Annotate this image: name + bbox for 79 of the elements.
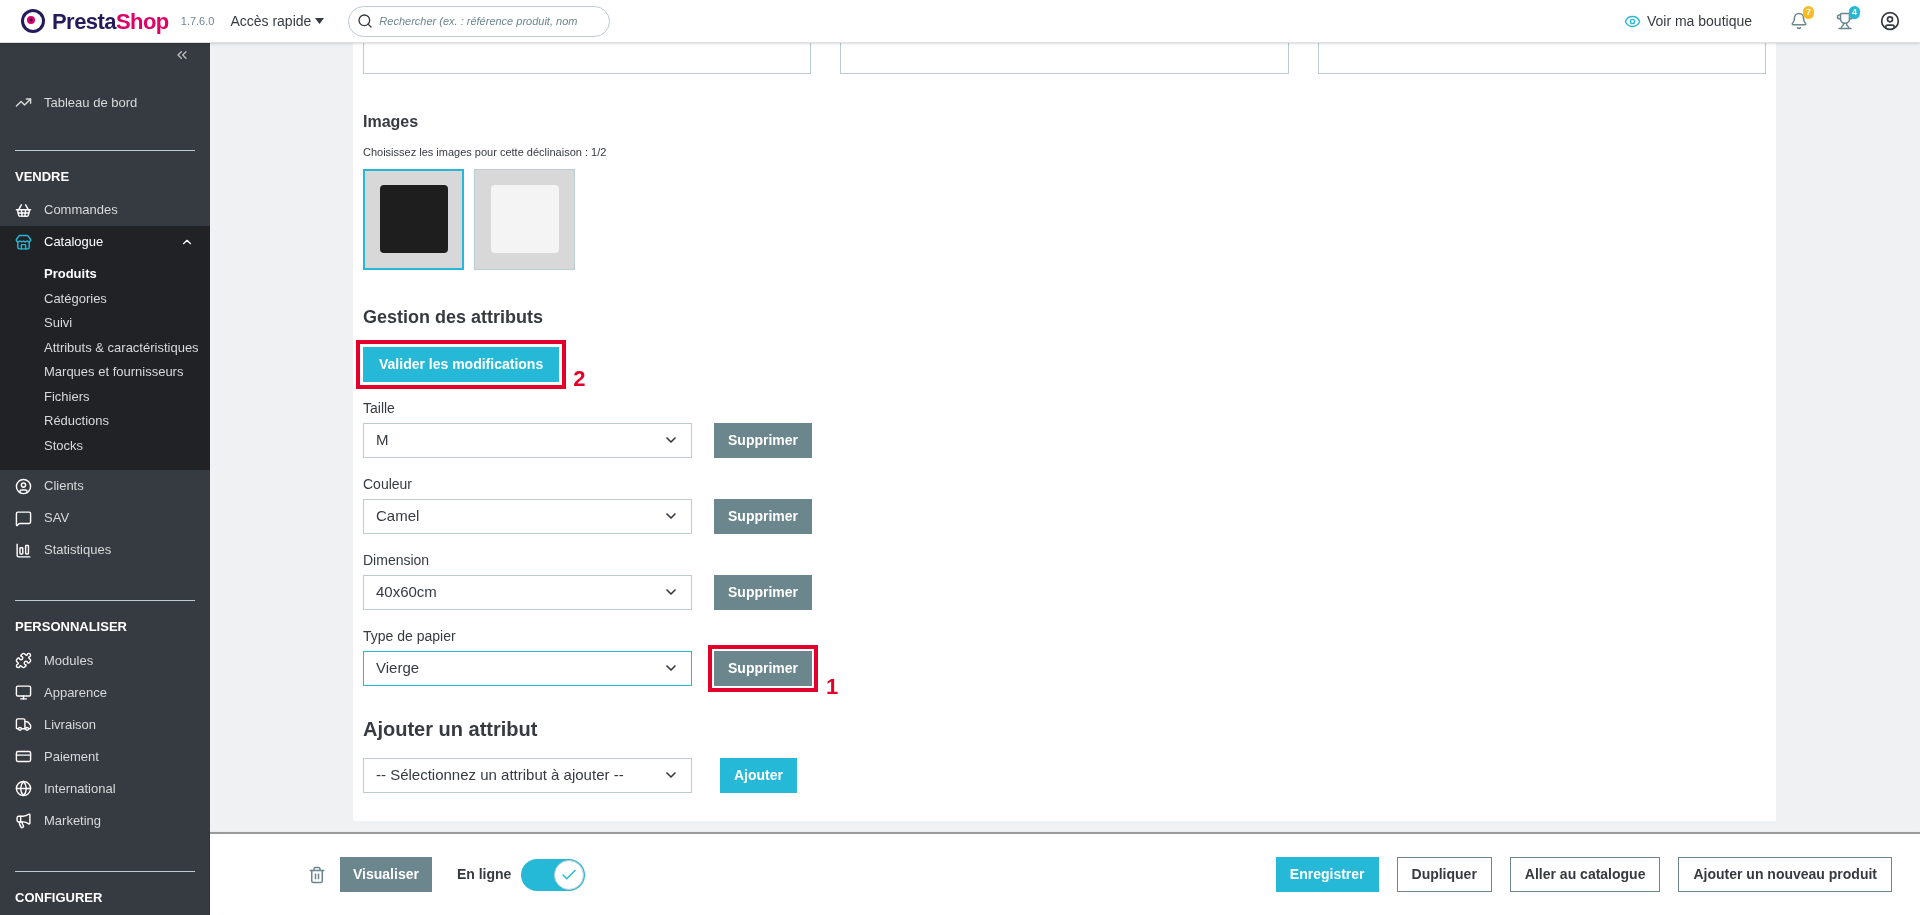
account-button[interactable] — [1880, 11, 1900, 31]
puzzle-icon — [15, 652, 32, 669]
submenu-item[interactable]: Attributs & caractéristiques — [0, 335, 210, 360]
field-label: Couleur — [363, 474, 414, 494]
bell-icon — [1790, 12, 1808, 30]
version-label: 1.7.6.0 — [180, 13, 215, 29]
delete-button[interactable]: Supprimer — [714, 422, 812, 458]
select-field[interactable]: M — [363, 422, 692, 458]
chart-icon — [15, 541, 32, 559]
preview-button[interactable]: Visualiser — [340, 857, 432, 892]
section-title: PERSONNALISER — [14, 618, 128, 636]
sidebar-item[interactable]: Clients — [0, 470, 210, 502]
quick-access-menu[interactable]: Accès rapide — [230, 10, 325, 32]
sidebar-item[interactable]: International — [0, 772, 210, 805]
select-field[interactable]: -- Sélectionnez un attribut à ajouter -- — [363, 757, 692, 793]
online-toggle[interactable] — [521, 858, 586, 891]
store-icon — [15, 233, 32, 251]
input-field[interactable] — [1317, 43, 1766, 74]
search-icon — [357, 12, 374, 29]
megaphone-icon — [15, 812, 32, 829]
sidebar-item[interactable]: Paiement — [0, 740, 210, 773]
section-heading: Gestion des attributs — [363, 305, 545, 329]
basket-icon — [15, 201, 32, 219]
input-field[interactable] — [840, 43, 1289, 74]
count-badge: 4 — [1849, 6, 1860, 19]
user-icon — [1880, 11, 1900, 31]
caret-icon — [315, 18, 325, 24]
submenu-item[interactable]: Catégories — [0, 286, 210, 311]
field-label: Taille — [363, 398, 396, 418]
user-icon — [15, 477, 32, 495]
chat-icon — [15, 509, 32, 527]
monitor-icon — [15, 684, 32, 701]
image-thumbnail[interactable] — [363, 168, 464, 270]
online-label: En ligne — [456, 865, 512, 884]
field-label: Dimension — [363, 550, 431, 570]
section-title: CONFIGURER — [14, 888, 104, 907]
annotation-number: 1 — [826, 675, 839, 698]
select-field[interactable]: Camel — [363, 498, 692, 534]
delete-button[interactable]: Supprimer — [714, 498, 812, 534]
photo-placeholder — [379, 185, 448, 253]
select-field[interactable]: Vierge — [363, 650, 692, 686]
footer-button[interactable]: Dupliquer — [1396, 857, 1492, 892]
sidebar-item[interactable]: Modules — [0, 644, 210, 677]
section-title: VENDRE — [14, 167, 71, 186]
submenu-item[interactable]: Fichiers — [0, 384, 210, 409]
photo-placeholder — [490, 185, 559, 253]
submenu-item[interactable]: Marques et fournisseurs — [0, 360, 210, 385]
section-heading: Ajouter un attribut — [363, 716, 539, 742]
submenu-item[interactable]: Suivi — [0, 311, 210, 336]
logo-wordmark: PrestaShop — [52, 7, 169, 36]
footer-button[interactable]: Aller au catalogue — [1509, 857, 1661, 892]
count-badge: 7 — [1803, 6, 1814, 19]
sidebar-item[interactable]: Livraison — [0, 708, 210, 741]
select-field[interactable]: 40x60cm — [363, 574, 692, 610]
trash-icon[interactable] — [308, 865, 326, 884]
input-field[interactable] — [363, 43, 812, 74]
sidebar-item[interactable]: Commandes — [0, 194, 210, 226]
logo-icon — [20, 8, 46, 34]
truck-icon — [15, 716, 32, 733]
view-shop-link[interactable]: Voir ma boutique — [1623, 10, 1752, 32]
field-label: Type de papier — [363, 626, 457, 646]
sidebar-item[interactable]: Catalogue — [0, 226, 210, 258]
sidebar-item[interactable]: Apparence — [0, 676, 210, 709]
footer-button[interactable]: Ajouter un nouveau produit — [1678, 857, 1892, 892]
submenu-item[interactable]: Stocks — [0, 433, 210, 458]
images-hint: Choisissez les images pour cette déclinaison : 1/2 — [363, 145, 608, 160]
delete-button[interactable]: Supprimer — [714, 574, 812, 610]
image-thumbnail[interactable] — [474, 168, 575, 270]
card-icon — [15, 748, 32, 765]
sidebar-item[interactable]: Tableau de bord — [0, 87, 210, 119]
submenu-item[interactable]: Réductions — [0, 409, 210, 434]
globe-icon — [15, 780, 32, 797]
annotation-number: 2 — [573, 367, 586, 390]
submenu-item[interactable]: Produits — [0, 262, 210, 287]
sidebar-item[interactable]: Marketing — [0, 804, 210, 837]
sidebar-item[interactable]: Statistiques — [0, 534, 210, 566]
sidebar-item[interactable]: SAV — [0, 502, 210, 534]
section-heading: Images — [363, 112, 420, 132]
search-field[interactable]: Rechercher (ex. : référence produit, nom — [348, 5, 611, 37]
